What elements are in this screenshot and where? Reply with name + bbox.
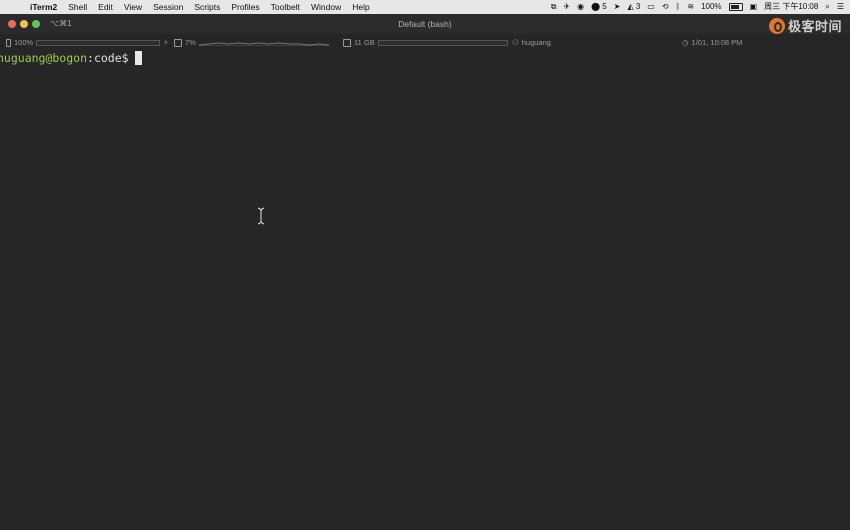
menu-scripts[interactable]: Scripts [194, 2, 220, 12]
bird-icon[interactable]: ✈ [563, 0, 570, 14]
menu-window[interactable]: Window [311, 2, 341, 12]
status-battery-value: 100% [14, 38, 34, 47]
menu-edit[interactable]: Edit [98, 2, 113, 12]
send-icon[interactable]: ➤ [614, 0, 621, 14]
notification-app-icon[interactable]: ⬤ 5 [591, 0, 607, 14]
prompt-line: huguang@bogon: code $ [0, 51, 142, 65]
terminal-pane[interactable]: huguang@bogon: code $ [0, 50, 850, 530]
input-method-icon[interactable]: ▣ [750, 0, 758, 14]
notification-center-icon[interactable]: ☰ [837, 0, 844, 14]
cpu-sparkline [198, 40, 329, 46]
status-cpu-value: 7% [185, 38, 196, 47]
time-machine-icon[interactable]: ⟲ [662, 0, 669, 14]
terminal-cursor [134, 51, 142, 65]
user-icon: ⚇ [512, 38, 519, 47]
app-badge-count: 3 [635, 2, 641, 11]
logo-mark-icon [768, 17, 785, 34]
menu-shell[interactable]: Shell [68, 2, 87, 12]
prompt-separator: : [87, 51, 94, 65]
status-battery: 100% ⚡ [6, 38, 168, 47]
menu-help[interactable]: Help [352, 2, 369, 12]
status-clock-value: 1/01, 10:08 PM [691, 38, 743, 47]
spotlight-search-icon[interactable]: ⌕ [825, 0, 829, 14]
bluetooth-icon[interactable]: ᛒ [676, 0, 681, 14]
notification-count: 5 [602, 2, 607, 11]
menu-toolbelt[interactable]: Toolbelt [271, 2, 300, 12]
status-cpu: 7% [174, 38, 329, 47]
battery-percent[interactable]: 100% [701, 0, 721, 14]
prompt-user-host: huguang@bogon [0, 51, 88, 65]
battery-icon[interactable] [728, 3, 743, 11]
app-badge-icon[interactable]: ◭ 3 [627, 0, 640, 14]
wifi-icon[interactable]: ≋ [687, 0, 694, 14]
menu-app-iterm2[interactable]: iTerm2 [30, 2, 57, 12]
menu-session[interactable]: Session [153, 2, 183, 12]
status-clock: ◷ 1/01, 10:08 PM [682, 38, 742, 47]
iterm-status-bar: 100% ⚡ 7% 11 GB ⚇ huguang ◷ 1/01, 10:08 … [0, 34, 850, 50]
logo-text: 极客时间 [787, 19, 842, 34]
menu-bar-status-area: ⧉ ✈ ◉ ⬤ 5 ➤ ◭ 3 ▭ ⟲ ᛒ ≋ 100% ▣ 周三 下午10:0… [551, 0, 844, 14]
prompt-path: code [93, 51, 122, 65]
vpn-icon[interactable]: ◉ [577, 0, 584, 14]
ibeam-cursor-icon [257, 207, 265, 225]
prompt-symbol: $ [121, 51, 129, 65]
watermark-logo: 极客时间 [768, 16, 842, 35]
status-memory: 11 GB [343, 38, 508, 47]
cpu-icon [174, 38, 182, 47]
memory-icon [343, 38, 351, 47]
iterm-window: ⌥⌘1 Default (bash) 极客时间 100% ⚡ 7% 11 GB … [0, 14, 850, 530]
window-title: Default (bash) [398, 19, 452, 29]
charging-icon: ⚡ [163, 38, 169, 47]
menu-profiles[interactable]: Profiles [231, 2, 259, 12]
clock-icon: ◷ [682, 38, 689, 47]
menu-bar: iTerm2 Shell Edit View Session Scripts P… [0, 0, 850, 14]
status-user-value: huguang [521, 38, 551, 47]
title-bar[interactable]: ⌥⌘1 Default (bash) 极客时间 [0, 14, 850, 34]
screen-mirror-icon[interactable]: ⧉ [551, 0, 557, 14]
status-memory-value: 11 GB [354, 38, 375, 47]
battery-level-bar [36, 39, 161, 46]
display-icon[interactable]: ▭ [647, 0, 655, 14]
menu-view[interactable]: View [124, 2, 142, 12]
memory-usage-bar [377, 39, 508, 46]
status-user: ⚇ huguang [512, 38, 551, 47]
battery-small-icon [6, 38, 11, 47]
menu-clock[interactable]: 周三 下午10:08 [764, 0, 818, 14]
